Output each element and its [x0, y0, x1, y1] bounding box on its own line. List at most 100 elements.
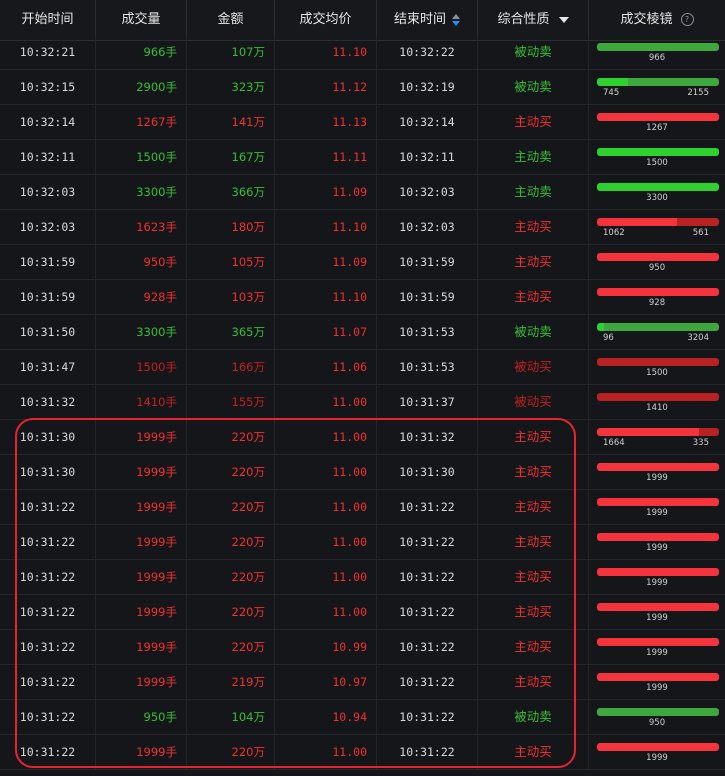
question-circle-icon[interactable]: ? [680, 13, 694, 26]
lens-bar-cell: 1500 [589, 140, 725, 175]
start-time-cell: 10:32:03 [0, 210, 96, 245]
table-row[interactable]: 10:31:22 1999手 219万 10.97 10:31:22 主动买 1999 [0, 665, 725, 700]
amount-cell: 141万 [187, 105, 275, 140]
lens-bar [597, 428, 719, 436]
lens-bar-segment [597, 183, 719, 191]
lens-bar-label: 1999 [646, 753, 668, 763]
avg-price-cell: 11.00 [275, 595, 377, 630]
amount-cell: 220万 [187, 560, 275, 595]
table-row[interactable]: 10:32:03 3300手 366万 11.09 10:32:03 主动卖 3300 [0, 175, 725, 210]
table-row[interactable]: 10:31:22 1999手 220万 11.00 10:31:22 主动买 1999 [0, 595, 725, 630]
amount-cell: 220万 [187, 455, 275, 490]
end-time-cell: 10:31:22 [377, 560, 478, 595]
end-time-cell: 10:32:22 [377, 35, 478, 70]
lens-bar-label: 1999 [646, 543, 668, 553]
header-amount[interactable]: 金额 [187, 0, 275, 40]
start-time-cell: 10:31:59 [0, 280, 96, 315]
avg-price-cell: 11.09 [275, 175, 377, 210]
table-row[interactable]: 10:31:32 1410手 155万 11.00 10:31:37 被动买 1410 [0, 385, 725, 420]
avg-price-cell: 11.00 [275, 560, 377, 595]
table-row[interactable]: 10:31:22 1999手 220万 11.00 10:31:22 主动买 1999 [0, 525, 725, 560]
end-time-cell: 10:32:03 [377, 175, 478, 210]
volume-cell: 1999手 [96, 490, 187, 525]
lens-bar-label: 1500 [646, 158, 668, 168]
avg-price-cell: 11.10 [275, 280, 377, 315]
lens-bar [597, 78, 719, 86]
lens-bar-cell: 96 3204 [589, 315, 725, 350]
table-row[interactable]: 10:31:30 1999手 220万 11.00 10:31:32 主动买 1664 335 [0, 420, 725, 455]
nature-cell: 主动买 [478, 210, 589, 245]
lens-bar-label: 1999 [646, 508, 668, 518]
table-row[interactable]: 10:31:59 928手 103万 11.10 10:31:59 主动买 928 [0, 280, 725, 315]
end-time-cell: 10:32:19 [377, 70, 478, 105]
end-time-cell: 10:31:32 [377, 420, 478, 455]
header-avg-price[interactable]: 成交均价 [275, 0, 377, 40]
table-row[interactable]: 10:32:14 1267手 141万 11.13 10:32:14 主动买 1267 [0, 105, 725, 140]
volume-cell: 3300手 [96, 175, 187, 210]
lens-bar-segment [597, 218, 677, 226]
end-time-cell: 10:32:03 [377, 210, 478, 245]
lens-bar-label: 950 [648, 718, 666, 728]
start-time-cell: 10:31:30 [0, 420, 96, 455]
header-start-time[interactable]: 开始时间 [0, 0, 96, 40]
avg-price-cell: 11.09 [275, 245, 377, 280]
volume-cell: 3300手 [96, 315, 187, 350]
avg-price-cell: 11.00 [275, 385, 377, 420]
amount-cell: 180万 [187, 210, 275, 245]
lens-bar-cell: 1999 [589, 455, 725, 490]
header-volume[interactable]: 成交量 [96, 0, 187, 40]
start-time-cell: 10:31:22 [0, 665, 96, 700]
start-time-cell: 10:31:22 [0, 700, 96, 735]
end-time-cell: 10:31:37 [377, 385, 478, 420]
lens-bar [597, 148, 719, 156]
table-row[interactable]: 10:31:59 950手 105万 11.09 10:31:59 主动买 950 [0, 245, 725, 280]
volume-cell: 1623手 [96, 210, 187, 245]
end-time-cell: 10:31:22 [377, 700, 478, 735]
lens-bar-segment [676, 218, 719, 226]
lens-bar [597, 288, 719, 296]
table-row[interactable]: 10:32:21 966手 107万 11.10 10:32:22 被动卖 966 [0, 35, 725, 70]
lens-bar-segment [597, 743, 719, 751]
lens-bar-cell: 1999 [589, 525, 725, 560]
table-row[interactable]: 10:31:50 3300手 365万 11.07 10:31:53 被动卖 96 3204 [0, 315, 725, 350]
avg-price-cell: 11.00 [275, 455, 377, 490]
table-row[interactable]: 10:32:03 1623手 180万 11.10 10:32:03 主动买 1062 561 [0, 210, 725, 245]
volume-cell: 1999手 [96, 630, 187, 665]
header-nature[interactable]: 综合性质 [478, 0, 589, 40]
table-row[interactable]: 10:32:15 2900手 323万 11.12 10:32:19 被动卖 745 2155 [0, 70, 725, 105]
table-row[interactable]: 10:31:22 1999手 220万 11.00 10:31:22 主动买 1999 [0, 735, 725, 770]
table-row[interactable]: 10:32:11 1500手 167万 11.11 10:32:11 主动卖 1500 [0, 140, 725, 175]
amount-cell: 220万 [187, 420, 275, 455]
volume-cell: 1999手 [96, 525, 187, 560]
lens-bar-segment [597, 498, 719, 506]
lens-bar-label: 1410 [646, 403, 668, 413]
table-row[interactable]: 10:31:22 1999手 220万 10.99 10:31:22 主动买 1999 [0, 630, 725, 665]
lens-bar-label: 928 [648, 298, 666, 308]
lens-bar-segment [597, 533, 719, 541]
table-row[interactable]: 10:31:47 1500手 166万 11.06 10:31:53 被动买 1500 [0, 350, 725, 385]
volume-cell: 1999手 [96, 420, 187, 455]
lens-bar-cell: 950 [589, 700, 725, 735]
lens-bar-label: 335 [692, 438, 709, 448]
avg-price-cell: 10.97 [275, 665, 377, 700]
lens-bar [597, 638, 719, 646]
header-volume-label: 成交量 [121, 12, 161, 27]
nature-cell: 主动卖 [478, 175, 589, 210]
header-end-time[interactable]: 结束时间 [377, 0, 478, 40]
lens-bar-segment [597, 78, 629, 86]
filter-caret-icon[interactable] [558, 16, 569, 23]
lens-bar-cell: 928 [589, 280, 725, 315]
lens-bar [597, 603, 719, 611]
lens-bar-cell: 1999 [589, 630, 725, 665]
volume-cell: 1999手 [96, 595, 187, 630]
lens-bar-segment [698, 428, 719, 436]
table-row[interactable]: 10:31:22 1999手 220万 11.00 10:31:22 主动买 1999 [0, 490, 725, 525]
table-row[interactable]: 10:31:30 1999手 220万 11.00 10:31:30 主动买 1999 [0, 455, 725, 490]
table-row[interactable]: 10:31:22 1999手 220万 11.00 10:31:22 主动买 1999 [0, 560, 725, 595]
sort-icon[interactable] [452, 13, 460, 26]
header-avg-price-label: 成交均价 [299, 12, 352, 27]
lens-bar-label: 1999 [646, 683, 668, 693]
table-row[interactable]: 10:31:22 950手 104万 10.94 10:31:22 被动卖 950 [0, 700, 725, 735]
lens-bar-label: 96 [603, 333, 614, 343]
lens-bar-segment [604, 323, 719, 331]
